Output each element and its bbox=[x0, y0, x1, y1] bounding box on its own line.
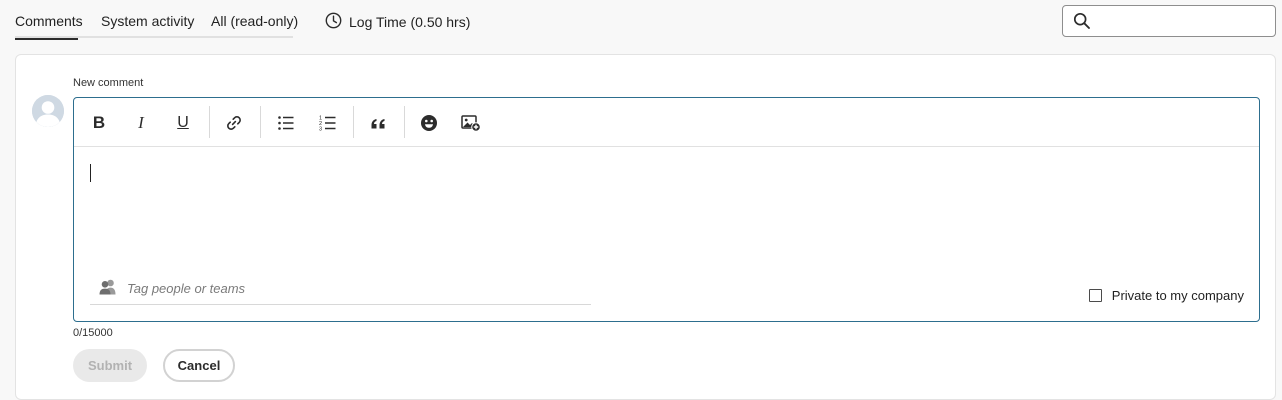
tab-list: Comments System activity All (read-only) bbox=[15, 0, 298, 40]
tab-system-activity[interactable]: System activity bbox=[101, 0, 211, 38]
bold-icon: B bbox=[92, 113, 106, 132]
emoji-icon bbox=[421, 115, 437, 131]
italic-button[interactable]: I bbox=[129, 111, 153, 135]
checkbox-box[interactable] bbox=[1088, 289, 1102, 302]
user-avatar-icon bbox=[32, 95, 64, 127]
tab-all-read-only[interactable]: All (read-only) bbox=[211, 0, 298, 38]
underline-icon: U bbox=[177, 114, 189, 131]
private-to-company-checkbox[interactable]: Private to my company bbox=[1088, 288, 1244, 303]
log-time-button[interactable]: Log Time (0.50 hrs) bbox=[325, 0, 470, 32]
link-button[interactable] bbox=[222, 111, 246, 135]
search-box[interactable] bbox=[1062, 5, 1276, 37]
new-comment-label: New comment bbox=[73, 77, 144, 89]
emoji-button[interactable] bbox=[417, 111, 441, 135]
quote-icon bbox=[371, 119, 385, 129]
svg-text:3: 3 bbox=[319, 127, 322, 133]
search-input[interactable] bbox=[1097, 10, 1269, 32]
comment-editor[interactable]: B I U 1 2 3 Tag people or teams Private … bbox=[73, 97, 1260, 322]
toolbar-divider bbox=[209, 106, 210, 138]
italic-icon: I bbox=[138, 113, 144, 132]
numbered-list-icon: 1 2 3 bbox=[319, 116, 336, 133]
insert-image-icon bbox=[461, 115, 481, 132]
quote-button[interactable] bbox=[366, 111, 390, 135]
link-icon bbox=[227, 116, 241, 130]
bulleted-list-button[interactable] bbox=[274, 111, 298, 135]
avatar bbox=[32, 95, 64, 127]
text-cursor bbox=[90, 164, 91, 182]
character-counter: 0/15000 bbox=[73, 327, 113, 339]
bold-button[interactable]: B bbox=[87, 111, 111, 135]
bulleted-list-icon bbox=[278, 116, 294, 130]
search-icon bbox=[1073, 12, 1091, 35]
rich-text-toolbar: B I U 1 2 3 bbox=[74, 98, 1259, 147]
underline-button[interactable]: U bbox=[171, 111, 195, 135]
insert-image-button[interactable] bbox=[459, 111, 483, 135]
comment-card: New comment B I U 1 2 3 Tag people or te… bbox=[15, 54, 1276, 400]
tab-comments[interactable]: Comments bbox=[15, 0, 101, 40]
activity-tabs: Comments System activity All (read-only)… bbox=[15, 0, 470, 40]
clock-icon bbox=[325, 12, 342, 32]
cancel-button[interactable]: Cancel bbox=[163, 349, 235, 382]
submit-button[interactable]: Submit bbox=[73, 349, 147, 382]
toolbar-divider bbox=[404, 106, 405, 138]
numbered-list-button[interactable]: 1 2 3 bbox=[316, 111, 340, 135]
people-icon bbox=[98, 279, 118, 298]
private-label: Private to my company bbox=[1111, 288, 1244, 303]
toolbar-divider bbox=[353, 106, 354, 138]
log-time-label: Log Time (0.50 hrs) bbox=[349, 14, 471, 30]
toolbar-divider bbox=[260, 106, 261, 138]
tag-people-placeholder: Tag people or teams bbox=[127, 281, 246, 296]
tag-people-field[interactable]: Tag people or teams bbox=[90, 273, 591, 305]
